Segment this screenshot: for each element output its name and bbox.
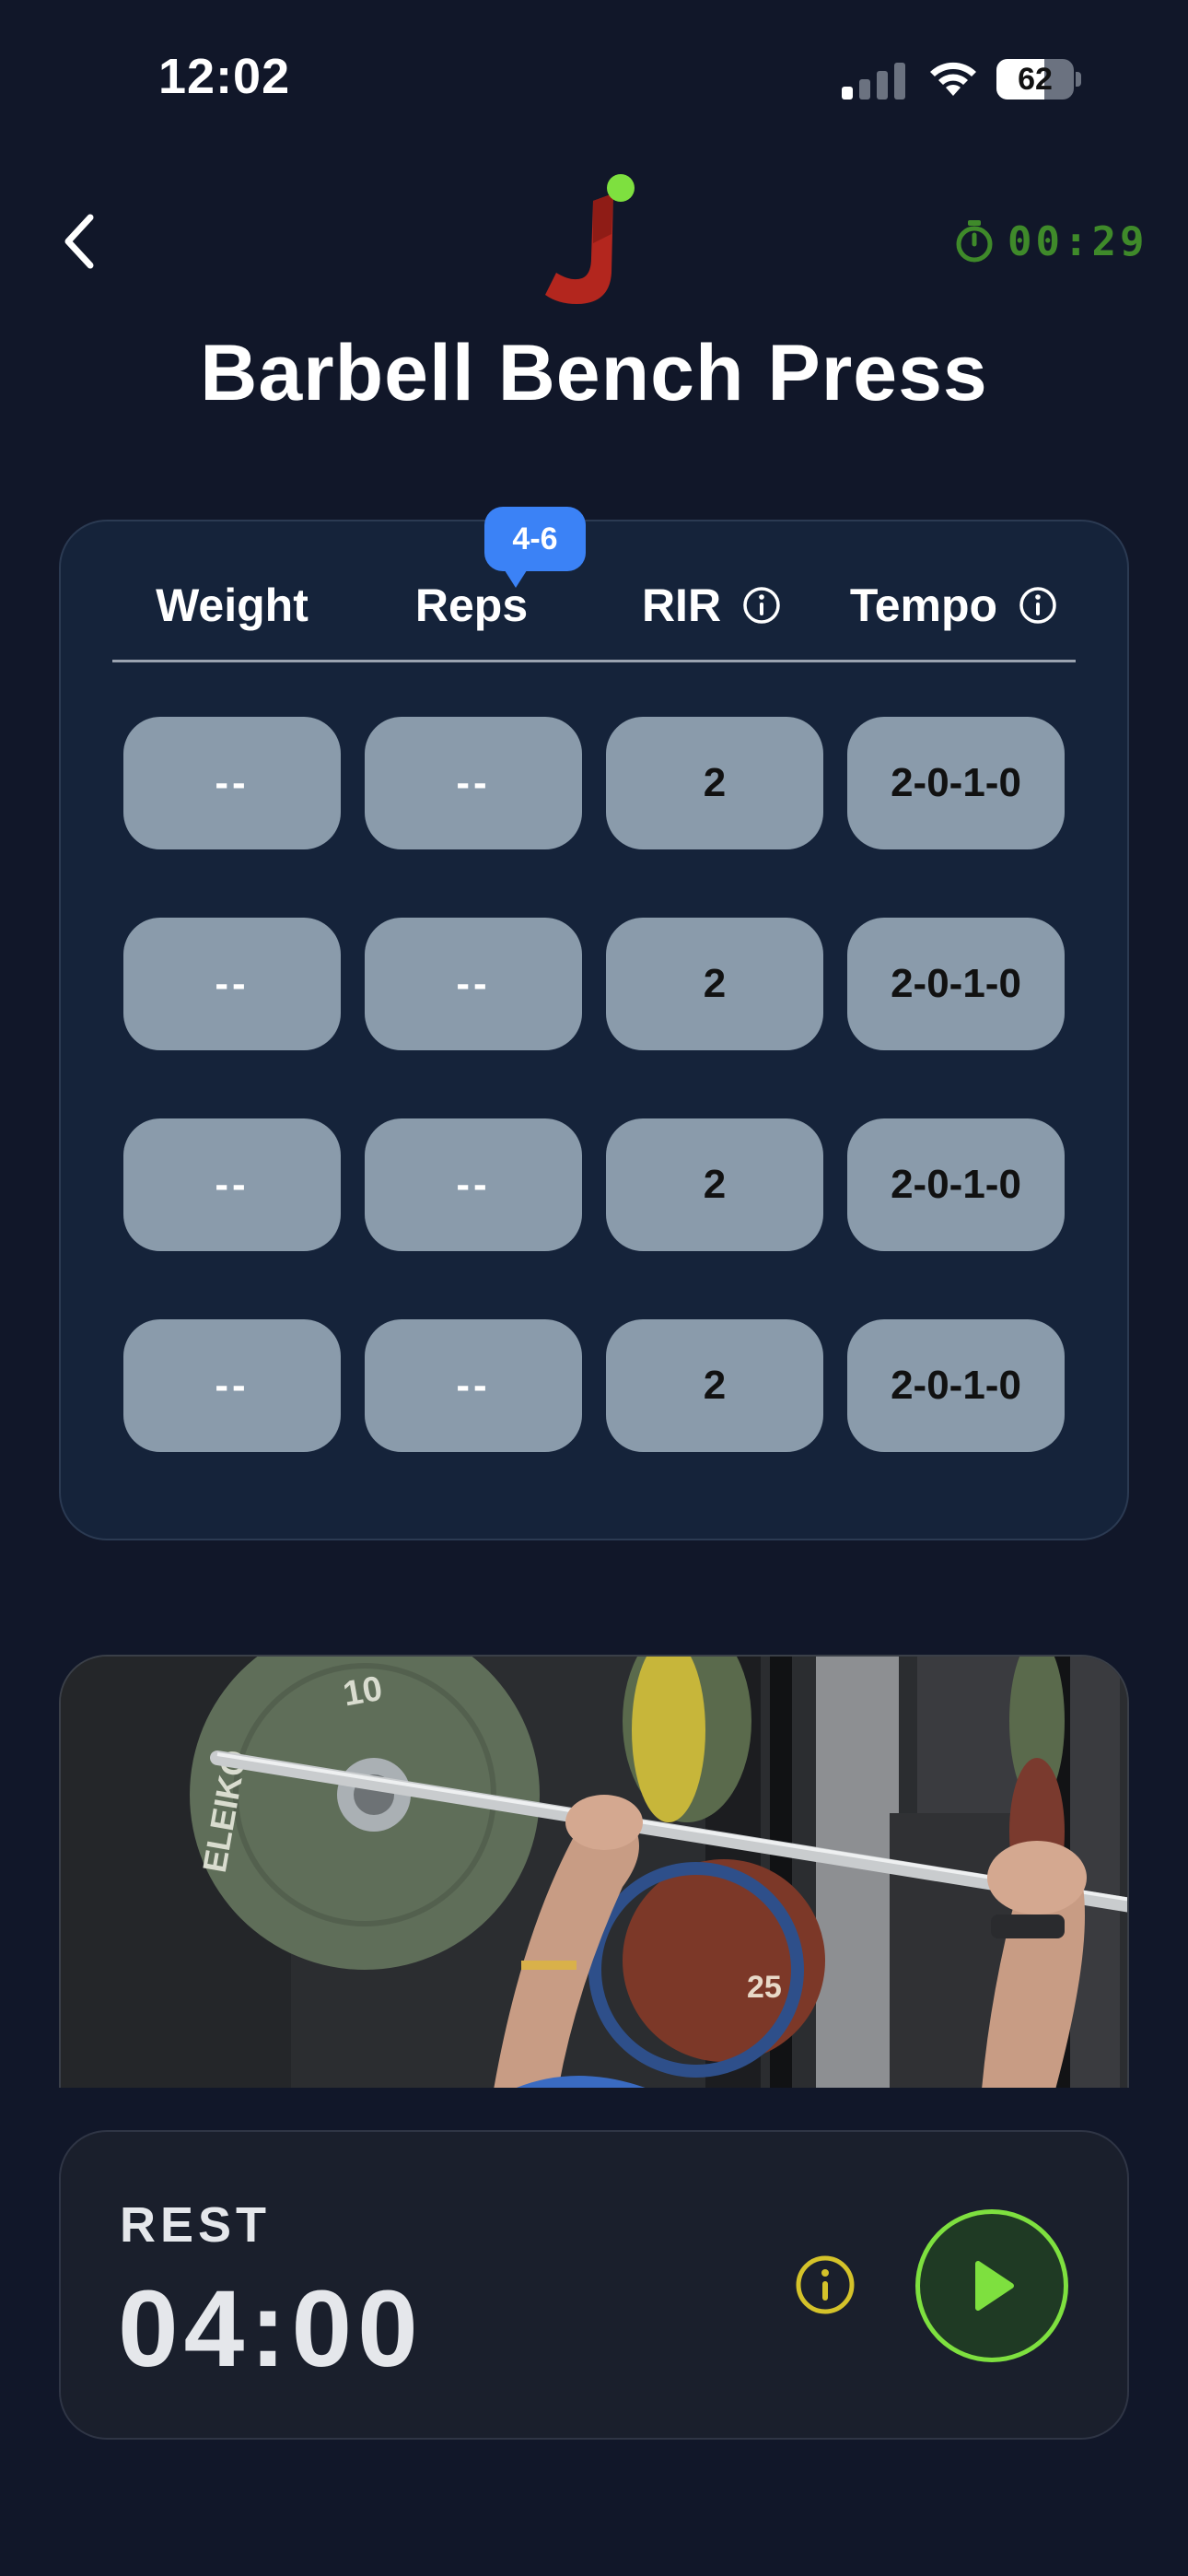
column-header-tempo: Tempo xyxy=(833,573,1076,638)
rir-info-icon[interactable] xyxy=(741,585,782,626)
set-3-reps-input[interactable]: -- xyxy=(365,1118,582,1251)
plate-number-10: 10 xyxy=(340,1669,385,1715)
set-4-rir-field[interactable]: 2 xyxy=(606,1319,823,1452)
battery-percent: 62 xyxy=(1018,62,1053,97)
column-header-reps: Reps xyxy=(352,573,591,638)
workout-timer: 00:29 xyxy=(954,214,1147,269)
set-3-rir-field[interactable]: 2 xyxy=(606,1118,823,1251)
plate-number-25: 25 xyxy=(747,1970,782,2005)
exercise-title: Barbell Bench Press xyxy=(200,329,988,417)
status-time: 12:02 xyxy=(158,49,291,104)
back-button[interactable] xyxy=(52,205,107,278)
set-4-weight-input[interactable]: -- xyxy=(123,1319,341,1452)
play-icon xyxy=(975,2261,1014,2311)
status-bar: 12:02 62 xyxy=(0,0,1188,157)
set-3-weight-input[interactable]: -- xyxy=(123,1118,341,1251)
tempo-info-icon[interactable] xyxy=(1018,585,1058,626)
chevron-left-icon xyxy=(64,214,94,269)
set-1-tempo-field[interactable]: 2-0-1-0 xyxy=(847,717,1065,849)
screen: 12:02 62 00:29 Barbell Bench Press Weigh… xyxy=(0,0,1188,2576)
rest-label: REST xyxy=(120,2197,272,2253)
cellular-signal-icon xyxy=(842,61,906,100)
exercise-video[interactable]: 25 10 ELEIKO xyxy=(59,1655,1129,2088)
info-icon[interactable] xyxy=(794,2254,856,2316)
stopwatch-icon xyxy=(956,220,993,263)
set-1-reps-input[interactable]: -- xyxy=(365,717,582,849)
set-1-rir-field[interactable]: 2 xyxy=(606,717,823,849)
column-header-weight: Weight xyxy=(112,573,352,638)
set-2-rir-field[interactable]: 2 xyxy=(606,918,823,1050)
header-divider xyxy=(112,660,1076,662)
set-4-tempo-field[interactable]: 2-0-1-0 xyxy=(847,1319,1065,1452)
set-3-tempo-field[interactable]: 2-0-1-0 xyxy=(847,1118,1065,1251)
set-2-reps-input[interactable]: -- xyxy=(365,918,582,1050)
column-header-rir: RIR xyxy=(591,573,833,638)
reps-target-badge: 4-6 xyxy=(484,507,586,588)
set-4-reps-input[interactable]: -- xyxy=(365,1319,582,1452)
exercise-video-frame: 25 10 ELEIKO xyxy=(61,1657,1127,2088)
timer-value: 00:29 xyxy=(1007,217,1148,265)
app-logo-icon xyxy=(545,174,635,304)
wifi-icon xyxy=(930,62,976,96)
start-rest-button[interactable] xyxy=(915,2209,1068,2362)
battery-icon: 62 xyxy=(996,59,1081,100)
set-2-weight-input[interactable]: -- xyxy=(123,918,341,1050)
column-label-tempo: Tempo xyxy=(849,580,998,631)
rest-time: 04:00 xyxy=(118,2268,424,2390)
set-1-weight-input[interactable]: -- xyxy=(123,717,341,849)
column-label-rir: RIR xyxy=(641,580,722,631)
set-2-tempo-field[interactable]: 2-0-1-0 xyxy=(847,918,1065,1050)
column-label-weight: Weight xyxy=(156,580,309,631)
